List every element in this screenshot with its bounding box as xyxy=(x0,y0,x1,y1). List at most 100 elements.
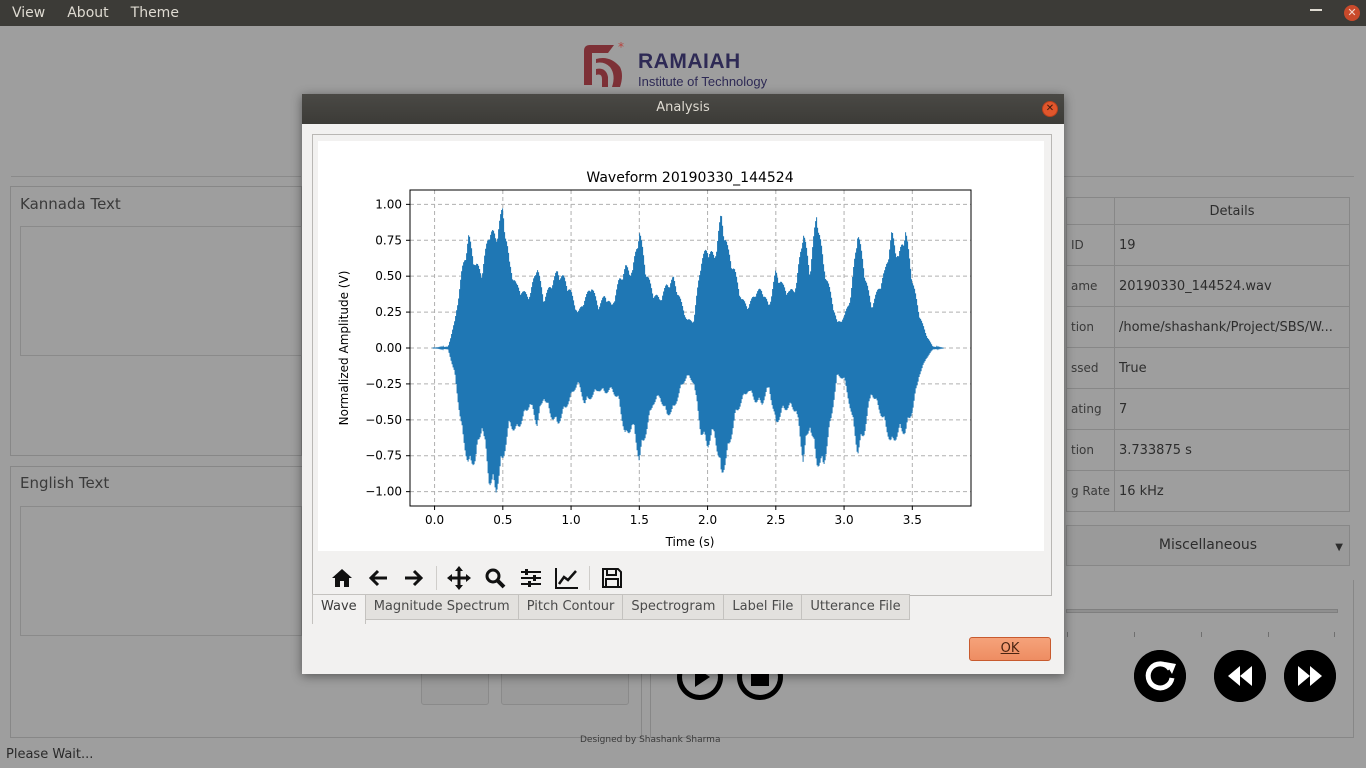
y-axis: 1.00 0.75 0.50 0.25 0.00 −0.25 −0.50 −0.75 −1.00 xyxy=(365,197,410,499)
table-row: ating 7 xyxy=(1066,388,1351,430)
slider-tick xyxy=(1067,632,1068,637)
english-text-box[interactable] xyxy=(20,506,302,636)
zoom-icon[interactable] xyxy=(477,564,513,592)
translate-button[interactable] xyxy=(501,670,629,705)
table-row: ssed True xyxy=(1066,347,1351,389)
menu-bar: View About Theme ✕ xyxy=(0,0,1366,26)
rating-slider[interactable] xyxy=(1066,609,1338,613)
logo-subtitle: Institute of Technology xyxy=(638,74,768,89)
y-tick-label: −0.25 xyxy=(365,377,402,391)
pan-icon[interactable] xyxy=(441,564,477,592)
y-axis-label: Normalized Amplitude (V) xyxy=(337,271,351,426)
rewind-icon[interactable] xyxy=(1214,650,1266,702)
x-axis-label: Time (s) xyxy=(665,535,715,549)
x-tick-label: 1.0 xyxy=(562,513,581,527)
details-value: True xyxy=(1113,347,1351,389)
home-icon[interactable] xyxy=(324,564,360,592)
divider xyxy=(11,176,301,177)
logo-title: RAMAIAH xyxy=(638,50,741,73)
kannada-panel-title: Kannada Text xyxy=(20,195,121,213)
backspace-button[interactable] xyxy=(421,670,489,705)
details-key: ame xyxy=(1066,265,1115,307)
divider xyxy=(1064,176,1354,177)
tab-label-file[interactable]: Label File xyxy=(724,594,803,620)
slider-tick xyxy=(1201,632,1202,637)
details-key-header xyxy=(1066,197,1115,225)
y-tick-label: −0.75 xyxy=(365,449,402,463)
save-icon[interactable] xyxy=(594,564,630,592)
edit-axis-icon[interactable] xyxy=(549,564,585,592)
details-key: g Rate xyxy=(1066,470,1115,512)
svg-text:*: * xyxy=(618,41,624,54)
x-tick-label: 3.5 xyxy=(903,513,922,527)
details-table: Details ID 19 ame 20190330_144524.wav tion… xyxy=(1066,197,1351,512)
chevron-down-icon: ▼ xyxy=(1335,542,1343,553)
slider-tick xyxy=(1334,632,1335,637)
details-value: 3.733875 s xyxy=(1113,429,1351,471)
ok-button-label: OK xyxy=(1000,641,1020,656)
table-row: tion 3.733875 s xyxy=(1066,429,1351,471)
slider-tick xyxy=(1268,632,1269,637)
back-arrow-icon[interactable] xyxy=(360,564,396,592)
details-value: 20190330_144524.wav xyxy=(1113,265,1351,307)
table-header-row: Details xyxy=(1066,197,1351,225)
details-value: 16 kHz xyxy=(1113,470,1351,512)
analysis-tabs: Wave Magnitude Spectrum Pitch Contour Sp… xyxy=(312,594,910,624)
table-row: g Rate 16 kHz xyxy=(1066,470,1351,512)
ok-button[interactable]: OK xyxy=(969,637,1051,661)
x-tick-label: 1.5 xyxy=(630,513,649,527)
waveform-series xyxy=(432,208,944,493)
close-icon[interactable]: ✕ xyxy=(1042,101,1058,117)
x-tick-label: 0.0 xyxy=(425,513,444,527)
institute-logo: * RAMAIAH Institute of Technology xyxy=(580,41,810,93)
slider-tick xyxy=(1134,632,1135,637)
y-tick-label: 0.50 xyxy=(375,269,402,283)
details-key: ating xyxy=(1066,388,1115,430)
table-row: ID 19 xyxy=(1066,224,1351,266)
chart-title: Waveform 20190330_144524 xyxy=(586,170,793,186)
details-key: tion xyxy=(1066,306,1115,348)
details-value: /home/shashank/Project/SBS/W... xyxy=(1113,306,1351,348)
menu-view[interactable]: View xyxy=(0,2,56,24)
toolbar-separator xyxy=(436,566,437,590)
y-tick-label: −1.00 xyxy=(365,485,402,499)
forward-arrow-icon[interactable] xyxy=(396,564,432,592)
x-axis: 0.0 0.5 1.0 1.5 2.0 2.5 3.0 3.5 xyxy=(425,506,922,527)
plot-toolbar xyxy=(324,564,630,592)
analysis-dialog: Analysis ✕ 0.0 0.5 1.0 1.5 2.0 2.5 3.0 3.5 1.00… xyxy=(302,94,1064,674)
waveform-chart: 0.0 0.5 1.0 1.5 2.0 2.5 3.0 3.5 1.00 0.75 0.50 0.2… xyxy=(337,170,972,549)
window-close-icon[interactable]: ✕ xyxy=(1344,5,1360,21)
tab-magnitude-spectrum[interactable]: Magnitude Spectrum xyxy=(365,594,519,620)
details-key: ssed xyxy=(1066,347,1115,389)
minimize-icon[interactable] xyxy=(1310,9,1322,11)
plot-area: 0.0 0.5 1.0 1.5 2.0 2.5 3.0 3.5 1.00 0.75 0.50 0.2… xyxy=(318,141,1044,551)
fast-forward-icon[interactable] xyxy=(1284,650,1336,702)
kannada-text-box[interactable] xyxy=(20,226,302,356)
subplots-icon[interactable] xyxy=(513,564,549,592)
x-tick-label: 0.5 xyxy=(493,513,512,527)
table-row: ame 20190330_144524.wav xyxy=(1066,265,1351,307)
menu-theme[interactable]: Theme xyxy=(120,2,190,24)
y-tick-label: 0.25 xyxy=(375,305,402,319)
dialog-title: Analysis xyxy=(656,100,710,115)
category-dropdown[interactable]: Miscellaneous ▼ xyxy=(1066,525,1350,566)
logo-mark-icon: * xyxy=(584,41,624,87)
x-tick-label: 2.5 xyxy=(766,513,785,527)
tab-spectrogram[interactable]: Spectrogram xyxy=(623,594,725,620)
waveform-line xyxy=(434,208,944,493)
details-value: 7 xyxy=(1113,388,1351,430)
x-tick-label: 2.0 xyxy=(698,513,717,527)
status-bar-text: Please Wait... xyxy=(6,747,94,762)
tab-utterance-file[interactable]: Utterance File xyxy=(802,594,910,620)
replay-icon[interactable] xyxy=(1134,650,1186,702)
english-panel-title: English Text xyxy=(20,474,110,492)
dialog-titlebar: Analysis ✕ xyxy=(302,94,1064,124)
details-key: ID xyxy=(1066,224,1115,266)
details-header: Details xyxy=(1113,197,1351,225)
y-tick-label: −0.50 xyxy=(365,413,402,427)
category-dropdown-value: Miscellaneous xyxy=(1158,537,1258,553)
table-row: tion/home/shashank/Project/SBS/W... xyxy=(1066,306,1351,348)
tab-wave[interactable]: Wave xyxy=(312,594,366,624)
tab-pitch-contour[interactable]: Pitch Contour xyxy=(518,594,624,620)
menu-about[interactable]: About xyxy=(56,2,119,24)
